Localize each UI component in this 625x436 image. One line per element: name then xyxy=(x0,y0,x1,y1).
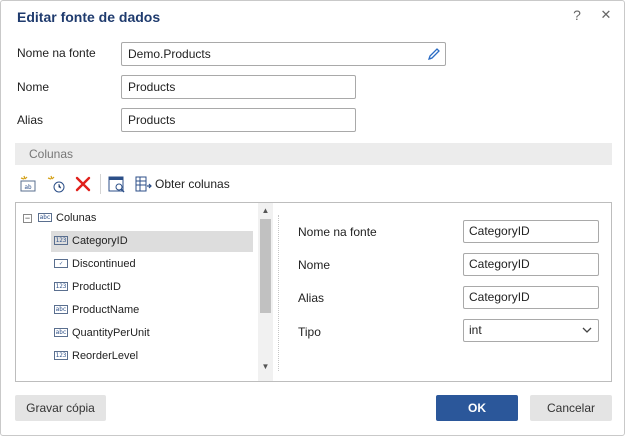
dialog-title: Editar fonte de dados xyxy=(17,9,161,25)
source-name-field[interactable]: Demo.Products xyxy=(121,42,446,66)
tree-item-productid[interactable]: 123 ProductID xyxy=(51,277,121,298)
cancel-button[interactable]: Cancelar xyxy=(530,395,612,421)
columns-toolbar: ab Obter colunas xyxy=(15,171,612,197)
tree-scrollbar[interactable]: ▲ ▼ xyxy=(258,203,273,381)
scroll-up-icon[interactable]: ▲ xyxy=(260,205,271,217)
svg-text:ab: ab xyxy=(24,184,32,191)
tree-item-productname[interactable]: abc ProductName xyxy=(51,300,139,321)
prop-type-value: int xyxy=(469,323,482,337)
tree-item-label: CategoryID xyxy=(72,235,128,247)
numeric-type-icon: 123 xyxy=(54,235,68,245)
columns-section-header: Colunas xyxy=(15,143,612,165)
prop-alias-label: Alias xyxy=(298,291,325,305)
chevron-down-icon xyxy=(582,327,592,333)
prop-alias-field[interactable]: CategoryID xyxy=(463,286,599,309)
tree-item-label: ReorderLevel xyxy=(72,350,139,362)
pencil-icon[interactable] xyxy=(427,47,441,61)
name-value: Products xyxy=(128,80,176,94)
numeric-type-icon: 123 xyxy=(54,350,68,360)
panel-divider xyxy=(278,215,279,371)
close-button[interactable]: ✕ xyxy=(598,7,614,25)
string-type-icon: abc xyxy=(54,304,68,314)
calculated-column-icon[interactable] xyxy=(46,174,66,194)
prop-name-label: Nome xyxy=(298,258,331,272)
ok-button[interactable]: OK xyxy=(436,395,518,421)
prop-source-name-field[interactable]: CategoryID xyxy=(463,220,599,243)
columns-section-title: Colunas xyxy=(29,147,74,161)
tree-item-label: ProductName xyxy=(72,304,140,316)
tree-item-discontinued[interactable]: ✓ Discontinued xyxy=(51,254,136,275)
tree-item-quantityperunit[interactable]: abc QuantityPerUnit xyxy=(51,323,150,344)
preview-icon[interactable] xyxy=(107,174,127,194)
scrollbar-thumb[interactable] xyxy=(260,219,271,313)
alias-field[interactable]: Products xyxy=(121,108,356,132)
boolean-type-icon: ✓ xyxy=(54,258,68,268)
prop-name-value: CategoryID xyxy=(469,257,530,271)
edit-data-source-dialog: Editar fonte de dados ? ✕ Nome na fonte … xyxy=(0,0,625,436)
prop-source-name-label: Nome na fonte xyxy=(298,225,377,239)
columns-panel: − abc Colunas 123 CategoryID ✓ Discontinued… xyxy=(15,202,612,382)
tree-item-reorderlevel[interactable]: 123 ReorderLevel xyxy=(51,346,138,367)
scroll-down-icon[interactable]: ▼ xyxy=(260,361,271,373)
get-columns-icon[interactable] xyxy=(133,174,153,194)
prop-source-name-value: CategoryID xyxy=(469,224,530,238)
columns-tree[interactable]: − abc Colunas 123 CategoryID ✓ Discontinued… xyxy=(16,203,258,381)
alias-value: Products xyxy=(128,113,176,127)
alias-label: Alias xyxy=(17,113,44,127)
tree-item-label: Discontinued xyxy=(72,258,136,270)
tree-root[interactable]: abc Colunas xyxy=(38,208,96,229)
source-name-label: Nome na fonte xyxy=(17,46,96,60)
help-button[interactable]: ? xyxy=(569,7,585,25)
toolbar-separator xyxy=(100,174,101,194)
name-label: Nome xyxy=(17,80,50,94)
tree-item-label: QuantityPerUnit xyxy=(72,327,150,339)
get-columns-button[interactable]: Obter colunas xyxy=(155,177,230,191)
delete-icon[interactable] xyxy=(73,174,93,194)
tree-item-categoryid[interactable]: 123 CategoryID xyxy=(51,231,253,252)
source-name-value: Demo.Products xyxy=(128,47,211,61)
name-field[interactable]: Products xyxy=(121,75,356,99)
collapse-icon[interactable]: − xyxy=(23,214,32,223)
new-column-icon[interactable]: ab xyxy=(18,174,38,194)
prop-type-select[interactable]: int xyxy=(463,319,599,342)
prop-alias-value: CategoryID xyxy=(469,290,530,304)
prop-type-label: Tipo xyxy=(298,325,321,339)
tree-item-label: ProductID xyxy=(72,281,121,293)
prop-name-field[interactable]: CategoryID xyxy=(463,253,599,276)
string-type-icon: abc xyxy=(54,327,68,337)
save-copy-button[interactable]: Gravar cópia xyxy=(15,395,106,421)
datasource-icon: abc xyxy=(38,212,52,222)
tree-root-label: Colunas xyxy=(56,212,97,224)
numeric-type-icon: 123 xyxy=(54,281,68,291)
